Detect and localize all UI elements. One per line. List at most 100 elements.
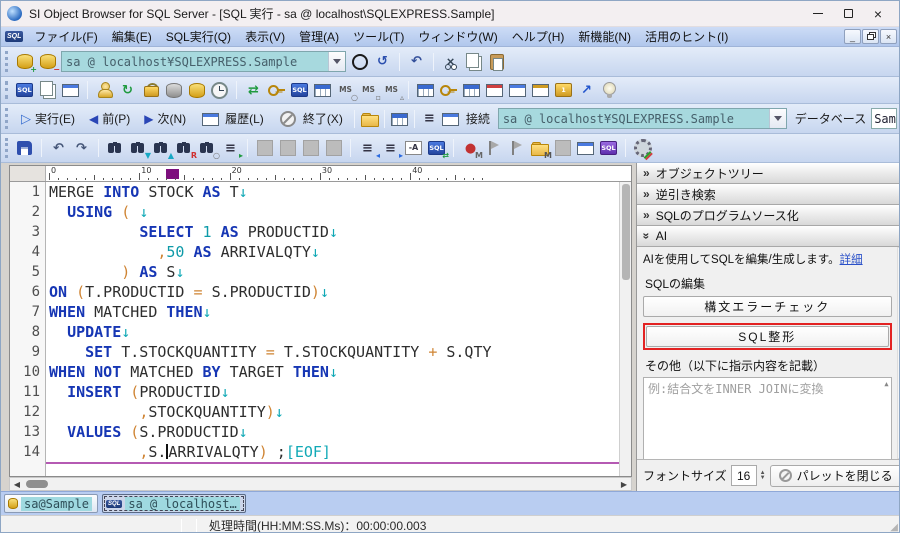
- menu-item-sql-exec[interactable]: SQL実行(Q): [159, 26, 238, 47]
- close-palette-button[interactable]: パレットを閉じる: [770, 465, 900, 487]
- copy-icon[interactable]: [463, 52, 484, 72]
- code-editor-area[interactable]: MERGE INTO STOCK AS T↓ USING ( ↓ SELECT …: [46, 182, 619, 476]
- task-tab-sql-exec[interactable]: SQL sa @ localhost…: [102, 494, 246, 513]
- sql-doc-icon[interactable]: SQL: [289, 80, 310, 100]
- history-button[interactable]: 履歴(L): [193, 107, 271, 131]
- paste-icon[interactable]: [486, 52, 507, 72]
- sql-format-icon[interactable]: SQL⇄: [426, 138, 447, 158]
- outdent-icon[interactable]: ≡◂: [357, 138, 378, 158]
- editor-vertical-scrollbar[interactable]: [619, 182, 631, 476]
- combo-dropdown-button[interactable]: [328, 52, 345, 71]
- ai-instruction-textarea[interactable]: 例:結合文をINNER JOINに変換 ▲: [643, 377, 892, 459]
- menu-item-new-features[interactable]: 新機能(N): [571, 26, 638, 47]
- scroll-up-icon[interactable]: ▲: [884, 380, 888, 388]
- find-icon[interactable]: [105, 138, 126, 158]
- connection-combo[interactable]: sa @ localhost¥SQLEXPRESS.Sample: [61, 51, 346, 72]
- menu-item-window[interactable]: ウィンドウ(W): [411, 26, 504, 47]
- detail-link[interactable]: 詳細: [840, 254, 863, 266]
- window-view-icon[interactable]: [575, 138, 596, 158]
- spinner-down-icon[interactable]: ▼: [760, 476, 766, 481]
- tablespace-icon[interactable]: [186, 80, 207, 100]
- result-table-icon[interactable]: [389, 109, 410, 129]
- close-button[interactable]: ×: [863, 3, 893, 25]
- toolbar-grip[interactable]: [5, 81, 10, 99]
- indent-icon[interactable]: ≡▸: [380, 138, 401, 158]
- cut-icon[interactable]: [440, 52, 461, 72]
- font-size-value[interactable]: 16: [731, 465, 757, 486]
- result-grid-icon[interactable]: [60, 80, 81, 100]
- calendar-icon[interactable]: [461, 80, 482, 100]
- script-icon[interactable]: [37, 80, 58, 100]
- key-icon[interactable]: [438, 80, 459, 100]
- db-add-icon[interactable]: +: [14, 52, 35, 72]
- table-transfer-icon[interactable]: [312, 80, 333, 100]
- next-button[interactable]: ▶次(N): [137, 108, 193, 129]
- sync-arrows-icon[interactable]: ⇄: [243, 80, 264, 100]
- mdi-restore-button[interactable]: [862, 29, 879, 44]
- db-remove-icon[interactable]: −: [37, 52, 58, 72]
- prev-button[interactable]: ◀前(P): [82, 108, 137, 129]
- maximize-button[interactable]: [833, 3, 863, 25]
- mdi-minimize-button[interactable]: _: [844, 29, 861, 44]
- menu-item-tools[interactable]: ツール(T): [346, 26, 411, 47]
- undo-edit-icon[interactable]: ↶: [406, 52, 427, 72]
- ms-copy-icon[interactable]: MS▫: [358, 80, 379, 100]
- section-object-tree[interactable]: » オブジェクトツリー: [637, 163, 900, 184]
- replace-icon[interactable]: R: [174, 138, 195, 158]
- ms-tool-icon[interactable]: MS▵: [381, 80, 402, 100]
- redo-icon[interactable]: ↷: [71, 138, 92, 158]
- section-sql-to-source[interactable]: » SQLのプログラムソース化: [637, 205, 900, 226]
- sql-color-icon[interactable]: SQL: [598, 138, 619, 158]
- menu-item-view[interactable]: 表示(V): [238, 26, 292, 47]
- window-x-icon[interactable]: [507, 80, 528, 100]
- task-tab-sample[interactable]: sa@Sample: [4, 494, 98, 513]
- exec-connection-combo[interactable]: sa @ localhost¥SQLEXPRESS.Sample: [498, 108, 787, 129]
- section-ai[interactable]: » AI: [637, 226, 900, 247]
- end-button[interactable]: 終了(X): [271, 107, 350, 131]
- key-db-icon[interactable]: [266, 80, 287, 100]
- minimize-button[interactable]: [803, 3, 833, 25]
- menu-item-help[interactable]: ヘルプ(H): [505, 26, 572, 47]
- mdi-close-button[interactable]: ×: [880, 29, 897, 44]
- ms-search-icon[interactable]: MS○: [335, 80, 356, 100]
- scrollbar-thumb[interactable]: [26, 480, 48, 488]
- edit-settings-icon[interactable]: [632, 138, 653, 158]
- scroll-left-icon[interactable]: ◀: [10, 480, 24, 489]
- hint-bulb-icon[interactable]: [599, 80, 620, 100]
- table-icon[interactable]: [415, 80, 436, 100]
- run-button[interactable]: ▷実行(E): [14, 108, 82, 129]
- lock-icon[interactable]: [140, 80, 161, 100]
- sql-editor-icon[interactable]: SQL: [14, 80, 35, 100]
- user-icon[interactable]: [94, 80, 115, 100]
- resize-grip[interactable]: ◢: [890, 522, 898, 533]
- undo-icon[interactable]: ↶: [48, 138, 69, 158]
- find-history-icon[interactable]: ○: [197, 138, 218, 158]
- panel-vertical-scrollbar[interactable]: [897, 247, 900, 459]
- session-clock-icon[interactable]: [209, 80, 230, 100]
- window-star-icon[interactable]: [530, 80, 551, 100]
- menu-item-tips[interactable]: 活用のヒント(I): [638, 26, 735, 47]
- find-next-icon[interactable]: ▼: [128, 138, 149, 158]
- export-icon[interactable]: ↗: [576, 80, 597, 100]
- menu-item-manage[interactable]: 管理(A): [292, 26, 346, 47]
- toolbar-grip[interactable]: [5, 108, 10, 128]
- sql-format-button[interactable]: SQL整形: [646, 326, 889, 347]
- goto-line-icon[interactable]: ≡▸: [220, 138, 241, 158]
- case-convert-icon[interactable]: -A: [403, 138, 424, 158]
- stack-icon[interactable]: ≡: [419, 109, 440, 129]
- combo-dropdown-button[interactable]: [769, 109, 786, 128]
- folder-m-icon[interactable]: M: [529, 138, 550, 158]
- scroll-right-icon[interactable]: ▶: [617, 480, 631, 489]
- sequence-icon[interactable]: 1: [553, 80, 574, 100]
- section-reverse-search[interactable]: » 逆引き検索: [637, 184, 900, 205]
- record-circle-icon[interactable]: [349, 52, 370, 72]
- toolbar-grip[interactable]: [5, 51, 10, 71]
- new-window-icon[interactable]: [440, 109, 461, 129]
- db-stack-icon[interactable]: [163, 80, 184, 100]
- role-recycle-icon[interactable]: ↻: [117, 80, 138, 100]
- database-value-field[interactable]: Sam: [871, 108, 897, 129]
- scrollbar-thumb[interactable]: [622, 184, 630, 280]
- find-prev-icon[interactable]: ▲: [151, 138, 172, 158]
- window-red-icon[interactable]: [484, 80, 505, 100]
- refresh-icon[interactable]: ↺: [372, 52, 393, 72]
